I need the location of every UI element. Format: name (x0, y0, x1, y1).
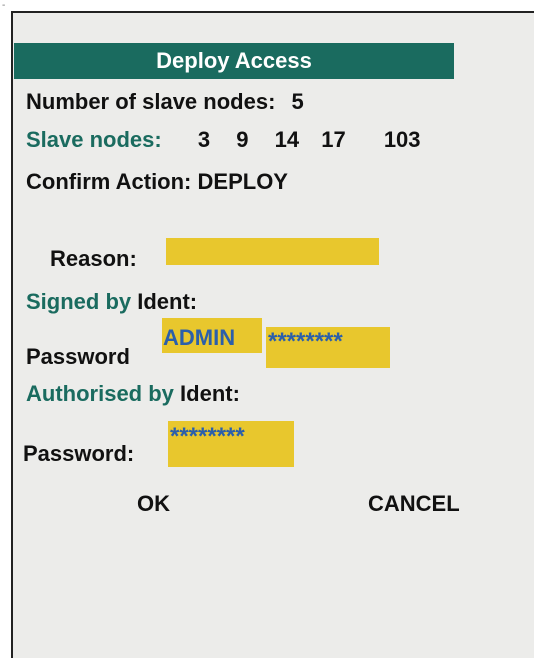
signed-by-row: Signed by Ident: (26, 289, 197, 315)
dialog-title-text: Deploy Access (156, 48, 312, 73)
authorised-by-password-value: ******** (170, 423, 245, 450)
reason-label: Reason: (50, 246, 137, 271)
slave-node-2: 9 (236, 127, 249, 152)
slave-node-3: 14 (274, 127, 300, 152)
reason-input[interactable] (166, 238, 379, 265)
signed-by-ident-value: ADMIN (163, 325, 236, 350)
slave-node-1: 3 (197, 127, 211, 152)
confirm-action-row: Confirm Action: DEPLOY (26, 169, 288, 195)
slave-count-value: 5 (291, 89, 304, 114)
cancel-button[interactable]: CANCEL (368, 491, 460, 517)
signed-by-label: Signed by (26, 289, 132, 314)
slave-nodes-label: Slave nodes: (26, 127, 162, 152)
corner-tick: - (2, 0, 6, 11)
authorised-by-ident-label: Ident: (180, 381, 240, 406)
signed-by-ident-label: Ident: (137, 289, 198, 314)
slave-count-row: Number of slave nodes: 5 (26, 89, 304, 115)
dialog-title: Deploy Access (14, 43, 454, 79)
signed-by-password-label: Password (26, 344, 130, 369)
authorised-by-password-label: Password: (23, 441, 135, 466)
slave-node-5: 103 (383, 127, 421, 152)
slave-nodes-row: Slave nodes: 3 9 14 17 103 (26, 127, 421, 153)
signed-by-password-value: ******** (268, 328, 343, 355)
confirm-action-value: DEPLOY (197, 169, 288, 194)
slave-node-4: 17 (321, 127, 346, 152)
authorised-by-row: Authorised by Ident: (26, 381, 240, 407)
slave-count-label: Number of slave nodes: (26, 89, 276, 114)
deploy-access-panel: Deploy Access Number of slave nodes: 5 S… (11, 11, 534, 658)
ok-button[interactable]: OK (137, 491, 170, 517)
authorised-by-label: Authorised by (26, 381, 174, 406)
confirm-action-label: Confirm Action: (26, 169, 192, 194)
